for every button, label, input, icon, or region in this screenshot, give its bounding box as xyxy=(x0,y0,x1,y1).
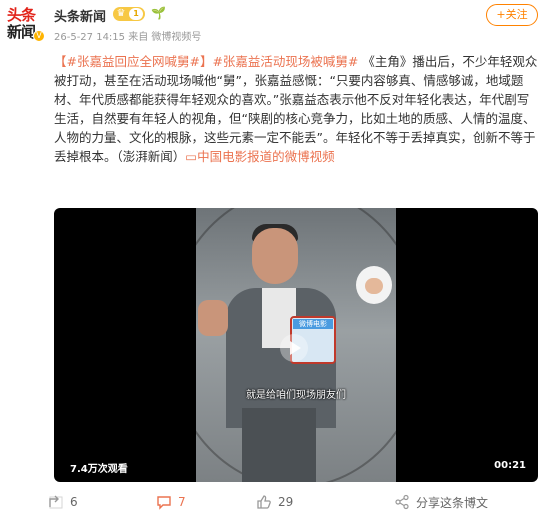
video-link[interactable]: 中国电影报道的微博视频 xyxy=(197,149,335,164)
like-count: 29 xyxy=(278,495,294,509)
comment-icon xyxy=(157,496,171,510)
post-body: 《主角》播出后，不少年轻观众被打动，甚至在活动现场喊他“舅”，张嘉益感慨：“只要… xyxy=(54,54,538,164)
share-icon xyxy=(49,495,63,509)
video-duration: 00:21 xyxy=(494,460,526,471)
repost-count: 6 xyxy=(70,495,78,509)
avatar-text-bottom: 新闻 xyxy=(7,23,36,41)
verified-icon: V xyxy=(33,30,45,42)
thumbs-up-icon xyxy=(257,495,271,509)
crown-icon: ♛ xyxy=(116,8,126,19)
sheep-mascot-icon xyxy=(356,266,392,304)
post-content: 【#张嘉益回应全网喊舅#】#张嘉益活动现场被喊舅# 《主角》播出后，不少年轻观众… xyxy=(54,52,538,166)
sprout-icon[interactable]: 🌱 xyxy=(151,6,166,20)
action-bar: 6 7 29 分享这条博文 xyxy=(0,487,544,517)
post-header: 头条 新闻 V 头条新闻 ♛ 1 🌱 26-5-27 14:15 来自 微博视频… xyxy=(0,0,544,46)
play-icon[interactable] xyxy=(280,334,308,362)
comment-button[interactable]: 7 xyxy=(156,493,186,511)
topic-tag-2[interactable]: #张嘉益活动现场被喊舅# xyxy=(212,54,358,69)
promo-card-label: 微博电影 xyxy=(293,319,333,329)
share-post-button[interactable]: 分享这条博文 xyxy=(394,493,488,511)
follow-button[interactable]: +关注 xyxy=(486,4,538,26)
video-subtitle: 就是给咱们现场朋友们 xyxy=(246,390,346,401)
view-count: 7.4万次观看 xyxy=(70,464,128,475)
member-badge[interactable]: ♛ 1 xyxy=(113,7,145,21)
share-network-icon xyxy=(395,494,409,510)
video-link-icon: ▭ xyxy=(185,149,198,164)
topic-tag-1[interactable]: 【#张嘉益回应全网喊舅#】 xyxy=(54,54,212,69)
post-timestamp[interactable]: 26-5-27 14:15 xyxy=(54,32,125,43)
repost-button[interactable]: 6 xyxy=(48,493,78,511)
share-post-label: 分享这条博文 xyxy=(416,495,489,510)
avatar[interactable]: 头条 新闻 V xyxy=(6,4,45,42)
account-name[interactable]: 头条新闻 xyxy=(54,6,106,25)
like-button[interactable]: 29 xyxy=(256,493,293,511)
comment-count: 7 xyxy=(178,495,186,509)
post-meta: 26-5-27 14:15 来自 微博视频号 xyxy=(54,28,201,43)
post-source: 来自 微博视频号 xyxy=(128,32,202,43)
video-player[interactable]: 微博电影 就是给咱们现场朋友们 7.4万次观看 00:21 xyxy=(54,208,538,482)
member-level: 1 xyxy=(129,8,143,20)
